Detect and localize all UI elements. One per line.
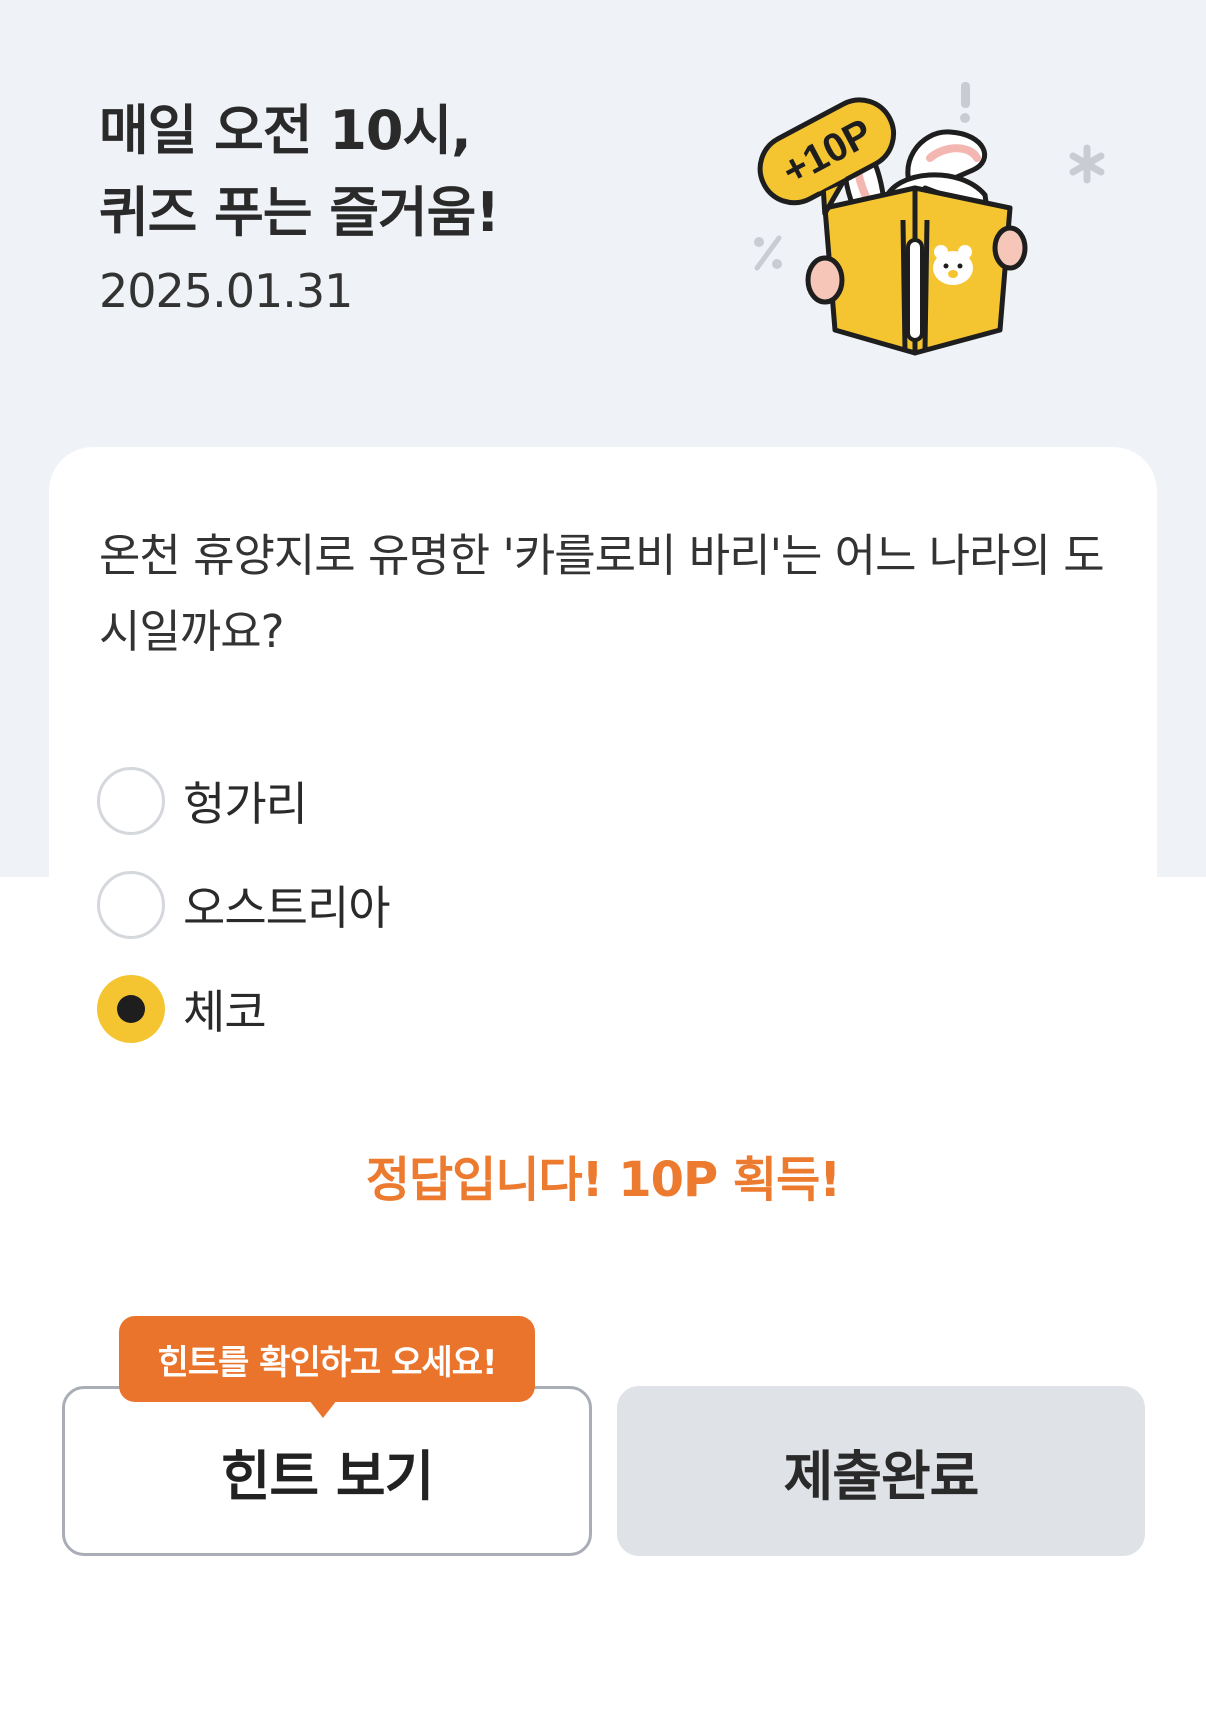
- rabbit-reading-book-icon: +10P: [754, 82, 1105, 356]
- option-hungary[interactable]: 헝가리: [97, 763, 308, 839]
- radio-button[interactable]: [97, 871, 165, 939]
- quiz-header: 매일 오전 10시, 퀴즈 푸는 즐거움! 2025.01.31: [99, 90, 500, 318]
- result-message: 정답입니다! 10P 획득!: [365, 1152, 841, 1208]
- percent-icon: [754, 235, 782, 271]
- option-austria[interactable]: 오스트리아: [97, 867, 391, 943]
- option-label: 헝가리: [183, 777, 308, 831]
- option-label: 체코: [183, 985, 267, 1039]
- title-line-2: 퀴즈 푸는 즐거움!: [99, 181, 500, 244]
- quiz-date: 2025.01.31: [99, 264, 353, 318]
- option-czech[interactable]: 체코: [97, 971, 267, 1047]
- submit-button[interactable]: 제출완료: [617, 1386, 1145, 1556]
- quiz-question: 온천 휴양지로 유명한 '카를로비 바리'는 어느 나라의 도시일까요?: [99, 529, 1105, 658]
- radio-button-selected[interactable]: [97, 975, 165, 1043]
- asterisk-icon: [1069, 144, 1105, 184]
- option-label: 오스트리아: [183, 881, 391, 935]
- bear-face-icon: [933, 245, 973, 285]
- exclamation-icon: [960, 82, 970, 123]
- radio-button[interactable]: [97, 767, 165, 835]
- title-line-1: 매일 오전 10시,: [99, 99, 472, 162]
- page-title: 매일 오전 10시, 퀴즈 푸는 즐거움!: [99, 90, 500, 254]
- hint-tooltip: 힌트를 확인하고 오세요!: [119, 1316, 535, 1418]
